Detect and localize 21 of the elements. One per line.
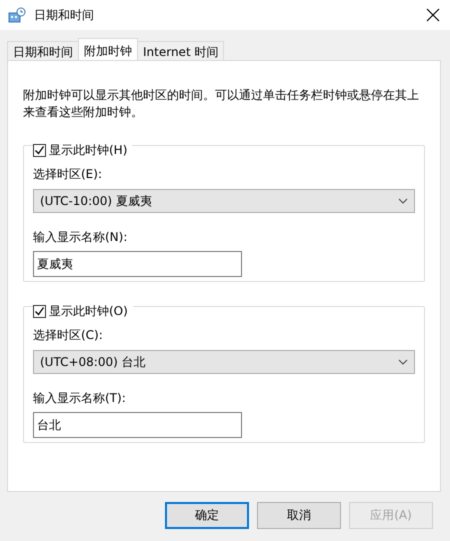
- timezone-dropdown[interactable]: (UTC+08:00) 台北: [33, 350, 415, 374]
- tab[interactable]: 附加时钟: [78, 38, 138, 60]
- chevron-down-icon: [398, 198, 408, 204]
- field-label: 选择时区(C):: [33, 327, 104, 344]
- close-icon[interactable]: [426, 8, 440, 22]
- clock-icon: [8, 7, 26, 23]
- input-field[interactable]: 夏威夷: [33, 251, 242, 277]
- dialog-button[interactable]: 确定: [165, 502, 249, 529]
- description-text: 附加时钟可以显示其他时区的时间。可以通过单击任务栏时钟或悬停在其上来查看这些附加时钟。: [23, 87, 420, 121]
- field-label: 选择时区(E):: [33, 166, 103, 183]
- input-field[interactable]: 台北: [33, 412, 242, 438]
- dialog-button[interactable]: 取消: [257, 502, 341, 529]
- timezone-dropdown[interactable]: (UTC-10:00) 夏威夷: [33, 189, 415, 213]
- window-title: 日期和时间: [34, 6, 95, 24]
- field-label: 输入显示名称(N):: [33, 229, 128, 246]
- chevron-down-icon: [398, 359, 408, 365]
- checkbox[interactable]: [33, 144, 46, 157]
- tab[interactable]: Internet 时间: [137, 41, 224, 60]
- field-label: 输入显示名称(T):: [33, 390, 127, 407]
- tab[interactable]: 日期和时间: [7, 41, 79, 60]
- checkbox[interactable]: [33, 305, 46, 318]
